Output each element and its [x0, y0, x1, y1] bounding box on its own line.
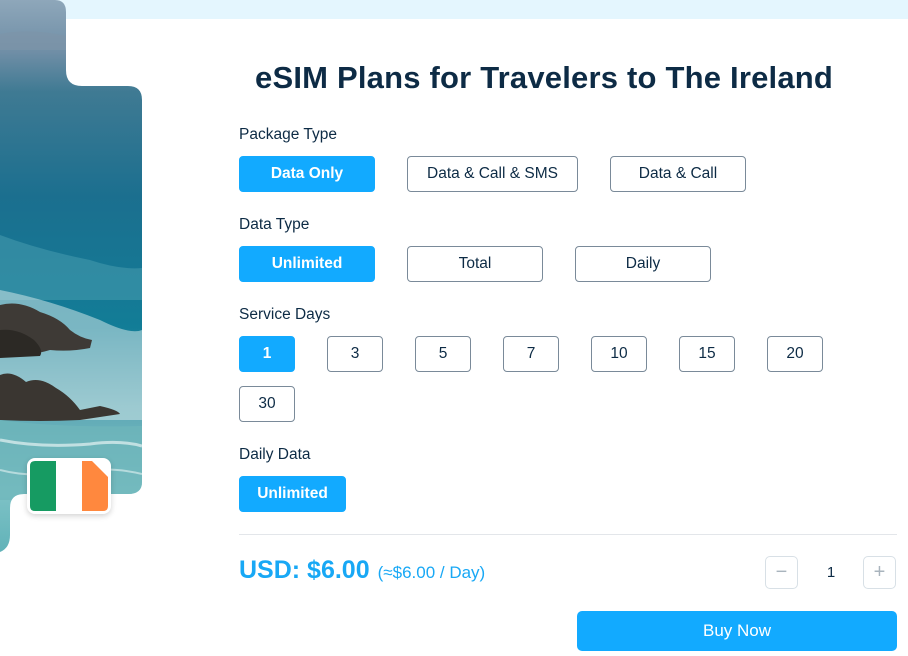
service-days-label: Service Days: [239, 306, 331, 323]
service-days-option-30[interactable]: 30: [239, 386, 295, 422]
service-days-option-10[interactable]: 10: [591, 336, 647, 372]
increment-button[interactable]: +: [863, 556, 896, 589]
package-option-data-call[interactable]: Data & Call: [610, 156, 746, 192]
plus-icon: +: [873, 561, 886, 583]
service-days-option-20[interactable]: 20: [767, 336, 823, 372]
price-display: USD: $6.00 (≈$6.00 / Day): [239, 556, 485, 585]
data-type-option-unlimited[interactable]: Unlimited: [239, 246, 375, 282]
divider: [239, 534, 897, 535]
total-price: USD: $6.00: [239, 556, 370, 584]
ireland-flag-sim-icon: [27, 458, 111, 514]
package-option-data-call-sms[interactable]: Data & Call & SMS: [407, 156, 578, 192]
service-days-option-3[interactable]: 3: [327, 336, 383, 372]
service-days-option-1[interactable]: 1: [239, 336, 295, 372]
daily-data-option-unlimited[interactable]: Unlimited: [239, 476, 346, 512]
service-days-option-7[interactable]: 7: [503, 336, 559, 372]
quantity-value[interactable]: 1: [816, 556, 846, 589]
package-option-data-only[interactable]: Data Only: [239, 156, 375, 192]
daily-data-label: Daily Data: [239, 446, 311, 463]
minus-icon: −: [775, 561, 788, 583]
buy-now-button[interactable]: Buy Now: [577, 611, 897, 651]
coastal-sea-photo: [0, 0, 142, 552]
decrement-button[interactable]: −: [765, 556, 798, 589]
page-title: eSIM Plans for Travelers to The Ireland: [255, 60, 834, 95]
hero-image: [0, 0, 160, 656]
esim-plan-page: eSIM Plans for Travelers to The Ireland …: [0, 0, 908, 656]
service-days-option-5[interactable]: 5: [415, 336, 471, 372]
data-type-option-daily[interactable]: Daily: [575, 246, 711, 282]
data-type-option-total[interactable]: Total: [407, 246, 543, 282]
per-day-price: (≈$6.00 / Day): [377, 563, 486, 582]
package-type-label: Package Type: [239, 126, 337, 143]
service-days-option-15[interactable]: 15: [679, 336, 735, 372]
data-type-label: Data Type: [239, 216, 310, 233]
